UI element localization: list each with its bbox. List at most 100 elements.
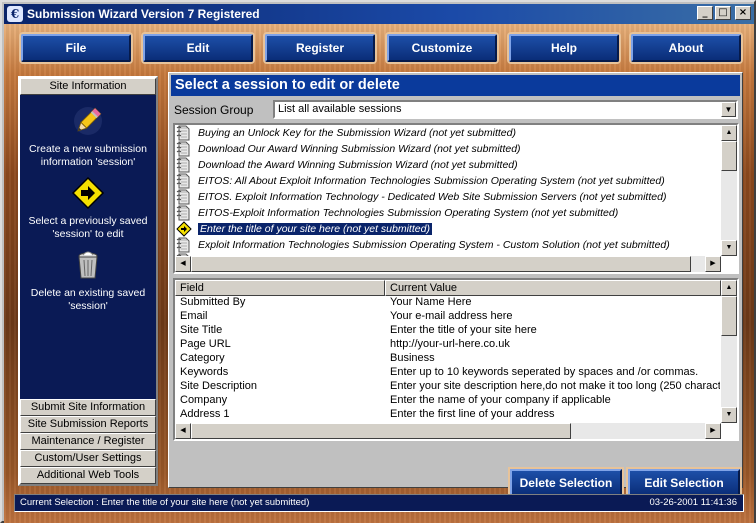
scroll-left-icon[interactable]: ◀ xyxy=(175,423,191,439)
delete-session-label: Delete an existing saved 'session' xyxy=(30,287,146,312)
menu-register[interactable]: Register xyxy=(265,34,375,62)
select-session-action[interactable]: Select a previously saved 'session' to e… xyxy=(20,176,156,241)
field-name: Keywords xyxy=(180,366,229,378)
menu-about[interactable]: About xyxy=(631,34,741,62)
sidebar-header[interactable]: Site Information xyxy=(20,78,156,95)
close-icon[interactable]: × xyxy=(735,6,751,20)
field-name: Email xyxy=(180,310,208,322)
field-name: Submitted By xyxy=(180,296,246,308)
menu-bar: File Edit Register Customize Help About xyxy=(4,34,754,64)
fields-hscrollbar[interactable]: ◀ ▶ xyxy=(175,423,721,439)
scroll-up-icon[interactable]: ▲ xyxy=(721,280,737,296)
custom-user-settings-button[interactable]: Custom/User Settings xyxy=(20,450,156,467)
session-list-item[interactable]: Exploit Information Technologies Submiss… xyxy=(175,237,721,253)
panel-title: Select a session to edit or delete xyxy=(171,75,740,96)
scroll-thumb[interactable] xyxy=(721,141,737,171)
session-group-select[interactable]: List all available sessions ▼ xyxy=(273,100,738,119)
select-session-label: Select a previously saved 'session' to e… xyxy=(28,215,148,240)
status-bar: Current Selection : Enter the title of y… xyxy=(14,494,744,512)
hscroll-thumb[interactable] xyxy=(191,256,691,272)
table-row[interactable]: Submitted By Your Name Here xyxy=(175,296,721,310)
table-row[interactable]: Page URL http://your-url-here.co.uk xyxy=(175,338,721,352)
arrow-right-icon xyxy=(71,176,105,210)
additional-web-tools-button[interactable]: Additional Web Tools xyxy=(20,467,156,484)
session-title: Exploit Information Technologies Submiss… xyxy=(198,239,670,251)
session-list-item[interactable]: Enter the title of your site here (not y… xyxy=(175,221,721,237)
document-icon xyxy=(176,189,190,205)
scroll-down-icon[interactable]: ▼ xyxy=(721,407,737,423)
minimize-icon[interactable]: _ xyxy=(697,6,713,20)
session-title: EITOS: All About Exploit Information Tec… xyxy=(198,175,665,187)
table-row[interactable]: Category Business xyxy=(175,352,721,366)
delete-session-action[interactable]: Delete an existing saved 'session' xyxy=(20,248,156,313)
scroll-down-icon[interactable]: ▼ xyxy=(721,240,737,256)
trash-icon xyxy=(78,251,98,279)
session-list-item[interactable]: EITOS: All About Exploit Information Tec… xyxy=(175,173,721,189)
scroll-left-icon[interactable]: ◀ xyxy=(175,256,191,272)
field-value: Enter the first line of your address xyxy=(390,408,555,420)
app-window: € Submission Wizard Version 7 Registered… xyxy=(0,0,756,523)
menu-file[interactable]: File xyxy=(21,34,131,62)
session-title: Enter the title of your site here (not y… xyxy=(197,222,433,236)
scroll-thumb[interactable] xyxy=(721,296,737,336)
site-submission-reports-button[interactable]: Site Submission Reports xyxy=(20,416,156,433)
table-row[interactable]: Company Enter the name of your company if… xyxy=(175,394,721,408)
session-list-vscrollbar[interactable]: ▲ ▼ xyxy=(721,125,737,256)
title-bar[interactable]: € Submission Wizard Version 7 Registered… xyxy=(4,4,754,24)
session-list-item[interactable]: EITOS-Exploit Information Technologies S… xyxy=(175,205,721,221)
table-row[interactable]: Email Your e-mail address here xyxy=(175,310,721,324)
create-session-action[interactable]: Create a new submission information 'ses… xyxy=(20,104,156,169)
session-title: Download Our Award Winning Submission Wi… xyxy=(198,143,521,155)
field-name: Category xyxy=(180,352,225,364)
table-row[interactable]: Site Description Enter your site descript… xyxy=(175,380,721,394)
session-list-item[interactable]: EITOS. Exploit Information Technology - … xyxy=(175,189,721,205)
fields-vscrollbar[interactable]: ▲ ▼ xyxy=(721,280,737,423)
submit-site-information-button[interactable]: Submit Site Information xyxy=(20,399,156,416)
field-value: Business xyxy=(390,352,435,364)
table-row[interactable]: Keywords Enter up to 10 keywords seperate… xyxy=(175,366,721,380)
field-name: Site Title xyxy=(180,324,223,336)
field-value: http://your-url-here.co.uk xyxy=(390,338,510,350)
value-column-header[interactable]: Current Value xyxy=(385,280,721,296)
fields-grid[interactable]: Field Current Value Submitted By Your Nam… xyxy=(173,278,739,441)
session-group-label: Session Group xyxy=(174,103,254,117)
field-name: Page URL xyxy=(180,338,231,350)
session-list-item[interactable]: Download the Award Winning Submission Wi… xyxy=(175,157,721,173)
session-list-item[interactable]: Download Our Award Winning Submission Wi… xyxy=(175,141,721,157)
maintenance-register-button[interactable]: Maintenance / Register xyxy=(20,433,156,450)
create-session-label: Create a new submission information 'ses… xyxy=(29,143,147,168)
document-icon xyxy=(176,237,190,253)
field-name: Address 1 xyxy=(180,408,230,420)
session-list[interactable]: Buying an Unlock Key for the Submission … xyxy=(173,123,739,274)
session-list-hscrollbar[interactable]: ◀ ▶ xyxy=(175,256,721,272)
delete-selection-button[interactable]: Delete Selection xyxy=(510,469,622,497)
main-area: File Edit Register Customize Help About … xyxy=(4,24,754,523)
edit-selection-button[interactable]: Edit Selection xyxy=(628,469,740,497)
field-value: Enter up to 10 keywords seperated by spa… xyxy=(390,366,699,378)
scroll-right-icon[interactable]: ▶ xyxy=(705,256,721,272)
field-name: Company xyxy=(180,394,228,406)
maximize-icon[interactable]: □ xyxy=(715,6,731,20)
session-title: Buying an Unlock Key for the Submission … xyxy=(198,127,516,139)
document-icon xyxy=(176,125,190,141)
session-list-item[interactable]: Buying an Unlock Key for the Submission … xyxy=(175,125,721,141)
field-value: Enter the title of your site here xyxy=(390,324,537,336)
field-value: Your Name Here xyxy=(390,296,472,308)
app-icon: € xyxy=(7,6,23,22)
field-value: Enter your site description here,do not … xyxy=(390,380,720,392)
menu-edit[interactable]: Edit xyxy=(143,34,253,62)
scroll-right-icon[interactable]: ▶ xyxy=(705,423,721,439)
session-title: EITOS. Exploit Information Technology - … xyxy=(198,191,667,203)
session-panel: Select a session to edit or delete Sessi… xyxy=(168,72,743,497)
hscroll-thumb[interactable] xyxy=(191,423,571,439)
menu-help[interactable]: Help xyxy=(509,34,619,62)
field-column-header[interactable]: Field xyxy=(175,280,385,296)
table-row[interactable]: Address 1 Enter the first line of your ad… xyxy=(175,408,721,422)
scroll-up-icon[interactable]: ▲ xyxy=(721,125,737,141)
table-row[interactable]: Site Title Enter the title of your site h… xyxy=(175,324,721,338)
arrow-right-icon xyxy=(176,221,192,237)
document-icon xyxy=(176,141,190,157)
dropdown-arrow-icon[interactable]: ▼ xyxy=(721,102,736,117)
menu-customize[interactable]: Customize xyxy=(387,34,497,62)
field-name: Site Description xyxy=(180,380,258,392)
